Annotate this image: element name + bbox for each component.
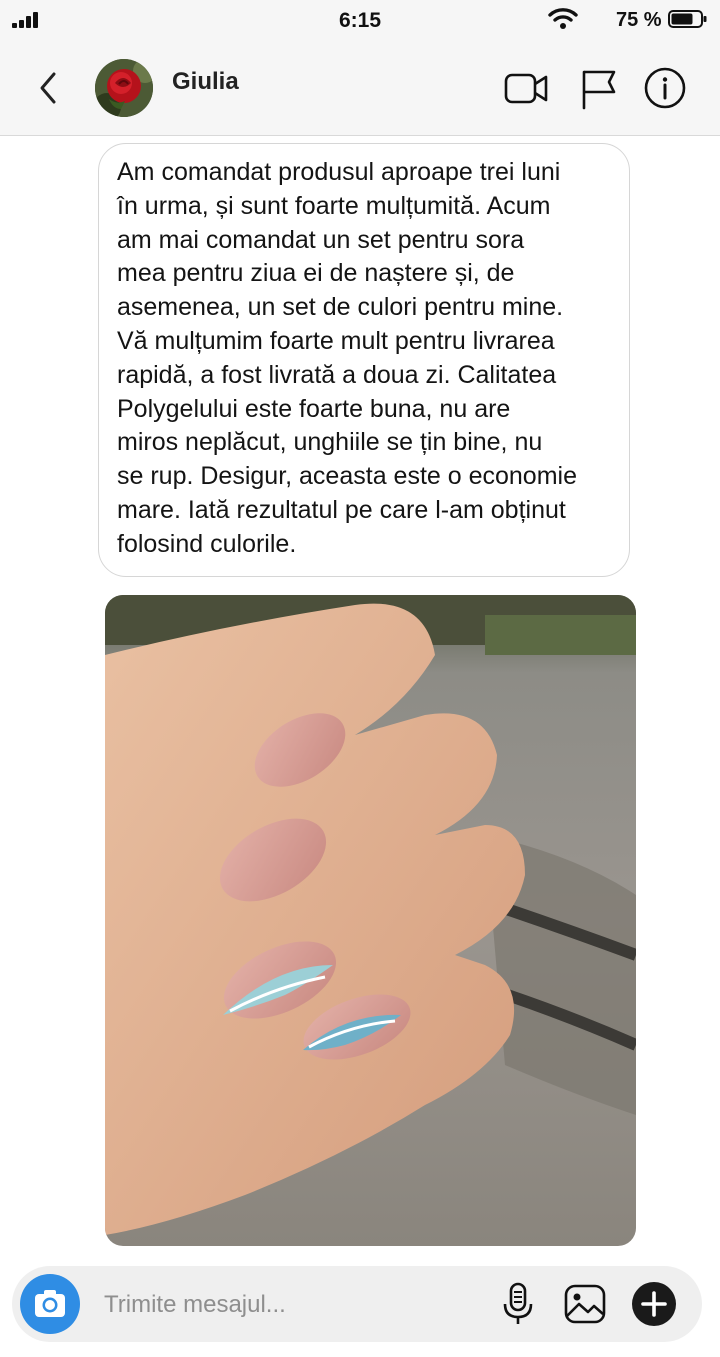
- message-line: miros neplăcut, unghiile se țin bine, nu: [117, 428, 543, 457]
- contact-name[interactable]: Giulia: [172, 68, 239, 96]
- video-call-icon[interactable]: [503, 66, 549, 110]
- message-line: am mai comandat un set pentru sora: [117, 225, 525, 254]
- info-icon[interactable]: [642, 66, 688, 110]
- message-bubble[interactable]: Am comandat produsul aproape trei luni î…: [98, 143, 630, 577]
- flag-icon[interactable]: [577, 66, 623, 110]
- red-rose-avatar: [95, 59, 153, 117]
- plus-icon[interactable]: [630, 1280, 678, 1328]
- message-line: Am comandat produsul aproape trei luni: [117, 158, 561, 186]
- camera-button[interactable]: [20, 1274, 80, 1334]
- message-line: mea pentru ziua ei de naștere și, de: [117, 259, 515, 288]
- camera-icon: [35, 1290, 65, 1317]
- avatar[interactable]: [95, 59, 153, 117]
- message-line: Vă mulțumim foarte mult pentru livrarea: [117, 326, 555, 355]
- battery-icon: [668, 10, 707, 28]
- microphone-icon[interactable]: [494, 1280, 542, 1328]
- message-input[interactable]: [102, 1284, 476, 1326]
- message-line: se rup. Desigur, aceasta este o economie: [117, 462, 577, 491]
- message-composer: [12, 1266, 702, 1342]
- message-line: în urma, și sunt foarte mulțumită. Acum: [117, 191, 551, 220]
- wifi-icon: [548, 8, 578, 29]
- hand-with-manicured-nails-photo[interactable]: [105, 595, 636, 1246]
- message-line: rapidă, a fost livrată a doua zi. Calita…: [117, 360, 557, 389]
- gallery-icon[interactable]: [561, 1280, 609, 1328]
- chevron-left-icon[interactable]: [34, 68, 64, 108]
- message-line: mare. Iată rezultatul pe care l-am obțin…: [117, 495, 566, 524]
- conversation-header: Giulia: [0, 44, 720, 136]
- message-line: folosind culorile.: [117, 529, 297, 558]
- message-line: asemenea, un set de culori pentru mine.: [117, 293, 564, 322]
- status-bar: 6:15 75 %: [0, 0, 720, 44]
- status-time: 6:15: [338, 9, 382, 32]
- message-line: Polygelului este foarte buna, nu are: [117, 394, 511, 423]
- battery-percent: 75 %: [616, 9, 662, 31]
